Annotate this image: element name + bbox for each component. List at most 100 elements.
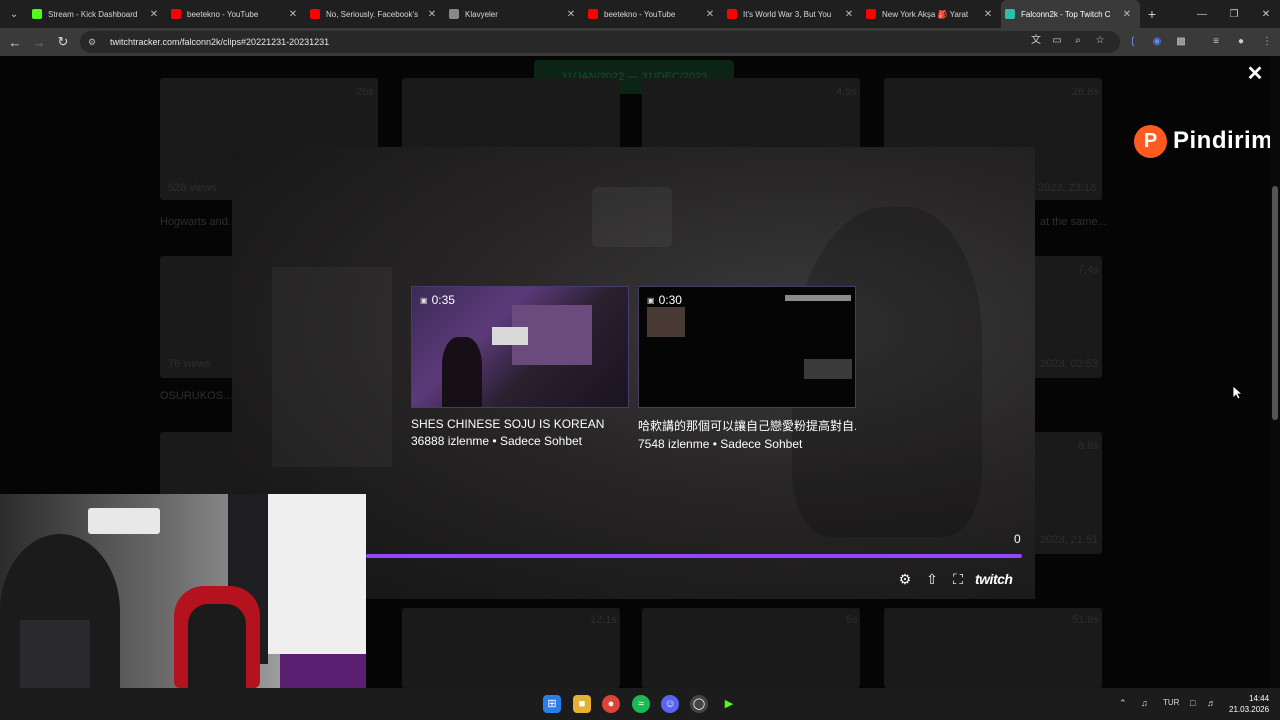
forward-button[interactable]: → xyxy=(27,30,51,54)
tab-title: It's World War 3, But You xyxy=(743,9,832,19)
minimize-window-button[interactable]: — xyxy=(1186,0,1218,28)
window-shape xyxy=(262,494,366,654)
background-clip-card xyxy=(884,608,1102,688)
video-frame-shape xyxy=(592,187,672,247)
site-info-icon[interactable]: ⚙ xyxy=(88,37,100,48)
close-tab-icon[interactable]: ✕ xyxy=(425,9,439,20)
clip-duration: ▣ 0:30 xyxy=(647,293,682,307)
share-icon[interactable]: ⇧ xyxy=(923,570,941,588)
browser-tab[interactable]: Klavyeler ✕ xyxy=(445,0,584,28)
microphone-icon[interactable]: ♫ xyxy=(1141,698,1148,708)
progress-fill xyxy=(366,554,1022,558)
tab-title: Klavyeler xyxy=(465,9,498,19)
close-tab-icon[interactable]: ✕ xyxy=(147,9,161,20)
close-tab-icon[interactable]: ✕ xyxy=(1120,9,1134,20)
couch-shape xyxy=(280,654,366,688)
settings-gear-icon[interactable]: ⚙ xyxy=(896,570,914,588)
translate-icon[interactable]: 文 xyxy=(1029,34,1043,48)
browser-tab[interactable]: beetekno - YouTube ✕ xyxy=(167,0,306,28)
suggested-clip-card[interactable]: ▣ 0:30 哈欶講的那個可以讓自己戀愛粉提高對自... 7548 izlenme… xyxy=(638,286,856,451)
progress-value: 0 xyxy=(1014,532,1021,546)
twitch-logo[interactable]: twitch xyxy=(975,571,1013,587)
volume-icon[interactable]: ♬ xyxy=(1207,698,1216,708)
background-clip-card xyxy=(402,608,620,688)
brand-name: Pindirim xyxy=(1173,127,1274,154)
kick-app-icon[interactable]: ▶ xyxy=(720,695,738,713)
bookmark-star-icon[interactable]: ☆ xyxy=(1093,34,1107,48)
thumbnail-facecam-shape xyxy=(647,307,685,337)
new-tab-button[interactable]: + xyxy=(1140,6,1164,22)
system-clock[interactable]: 14:44 21.03.2026 xyxy=(1229,693,1269,715)
browser-tab[interactable]: No, Seriously. Facebook's ✕ xyxy=(306,0,445,28)
spotify-icon[interactable]: ≈ xyxy=(632,695,650,713)
clip-meta: 7548 izlenme • Sadece Sohbet xyxy=(638,437,803,451)
tab-title: beetekno - YouTube xyxy=(187,9,259,19)
back-button[interactable]: ← xyxy=(3,30,27,54)
browser-tab-strip: ⌄ Stream - Kick Dashboard ✕ beetekno - You… xyxy=(0,0,1280,28)
browser-tab[interactable]: Stream - Kick Dashboard ✕ xyxy=(28,0,167,28)
thumbnail-chat-shape xyxy=(804,359,852,379)
klavyeler-icon xyxy=(449,9,459,19)
clip-icon: ▣ xyxy=(420,295,428,305)
scrollbar-thumb[interactable] xyxy=(1272,186,1278,420)
tabs-container: Stream - Kick Dashboard ✕ beetekno - YouTu… xyxy=(28,0,1140,28)
close-tab-icon[interactable]: ✕ xyxy=(564,9,578,20)
clip-meta: 36888 izlenme • Sadece Sohbet xyxy=(411,434,583,448)
browser-menu-icon[interactable]: ⋮ xyxy=(1259,34,1275,50)
reload-button[interactable]: ↻ xyxy=(51,30,75,54)
close-overlay-button[interactable]: ✕ xyxy=(1246,64,1264,84)
background-duration: 5s xyxy=(846,614,858,626)
browser-tab[interactable]: New York Akşa 🎒 Yarat ✕ xyxy=(862,0,1001,28)
extensions-puzzle-icon[interactable]: ▩ xyxy=(1173,34,1189,50)
reading-list-icon[interactable]: ≡ xyxy=(1208,34,1224,50)
background-duration: 26s xyxy=(356,86,374,98)
close-tab-icon[interactable]: ✕ xyxy=(703,9,717,20)
zoom-icon[interactable]: ⌕ xyxy=(1071,34,1085,48)
tray-overflow-icon[interactable]: ⌃ xyxy=(1119,698,1127,709)
extension-badge-icon[interactable]: ◉ xyxy=(1149,34,1165,50)
restore-window-button[interactable]: ❐ xyxy=(1218,0,1250,28)
network-icon[interactable]: □ xyxy=(1190,698,1195,708)
close-tab-icon[interactable]: ✕ xyxy=(981,9,995,20)
pindirim-brand: P Pindirim xyxy=(1134,124,1273,158)
thumbnail-icons-shape xyxy=(785,295,851,301)
close-tab-icon[interactable]: ✕ xyxy=(286,9,300,20)
windows-start-icon[interactable]: ⊞ xyxy=(543,695,561,713)
clock-time: 14:44 xyxy=(1249,694,1270,703)
page-scrollbar[interactable] xyxy=(1270,56,1280,688)
background-views: 76 views xyxy=(168,358,211,370)
tab-title: New York Akşa 🎒 Yarat xyxy=(882,9,969,19)
close-window-button[interactable]: ✕ xyxy=(1250,0,1280,28)
profile-avatar-icon[interactable]: ● xyxy=(1233,34,1249,50)
url-text: twitchtracker.com/falconn2k/clips#202212… xyxy=(110,37,330,47)
tab-search-icon[interactable]: ⌄ xyxy=(0,0,28,28)
extension-icon[interactable]: ❲ xyxy=(1125,34,1141,50)
fullscreen-icon[interactable]: ⛶ xyxy=(949,570,967,588)
chrome-icon[interactable]: ● xyxy=(602,695,620,713)
clip-title[interactable]: SHES CHINESE SOJU IS KOREAN xyxy=(411,417,629,431)
language-indicator[interactable]: TUR xyxy=(1163,698,1179,707)
browser-tab[interactable]: Falconn2k - Top Twitch C ✕ xyxy=(1001,0,1140,28)
cast-icon[interactable]: ▭ xyxy=(1050,34,1064,48)
file-explorer-icon[interactable]: ■ xyxy=(573,695,591,713)
youtube-icon xyxy=(310,9,320,19)
background-views: 528 views xyxy=(168,182,217,194)
tab-title: No, Seriously. Facebook's xyxy=(326,9,419,19)
browser-tab[interactable]: beetekno - YouTube ✕ xyxy=(584,0,723,28)
video-progress-bar[interactable] xyxy=(366,554,1022,558)
background-clip-card xyxy=(642,608,860,688)
tab-title: Stream - Kick Dashboard xyxy=(48,9,138,19)
shirt-shape xyxy=(20,620,90,688)
browser-tab[interactable]: It's World War 3, But You ✕ xyxy=(723,0,862,28)
clip-title[interactable]: 哈欶講的那個可以讓自己戀愛粉提高對自... xyxy=(638,417,856,434)
address-bar[interactable]: ⚙ twitchtracker.com/falconn2k/clips#2022… xyxy=(80,31,1120,53)
clip-thumbnail[interactable]: ▣ 0:30 xyxy=(638,286,856,408)
suggested-clip-card[interactable]: ▣ 0:35 SHES CHINESE SOJU IS KOREAN 36888 … xyxy=(411,286,629,448)
background-date: 2023, 23:18 xyxy=(1038,182,1097,194)
close-tab-icon[interactable]: ✕ xyxy=(842,9,856,20)
obs-icon[interactable]: ◯ xyxy=(690,695,708,713)
clip-thumbnail[interactable]: ▣ 0:35 xyxy=(411,286,629,408)
kick-icon xyxy=(32,9,42,19)
discord-icon[interactable]: ☺ xyxy=(661,695,679,713)
thumbnail-photo-shape xyxy=(492,327,528,345)
